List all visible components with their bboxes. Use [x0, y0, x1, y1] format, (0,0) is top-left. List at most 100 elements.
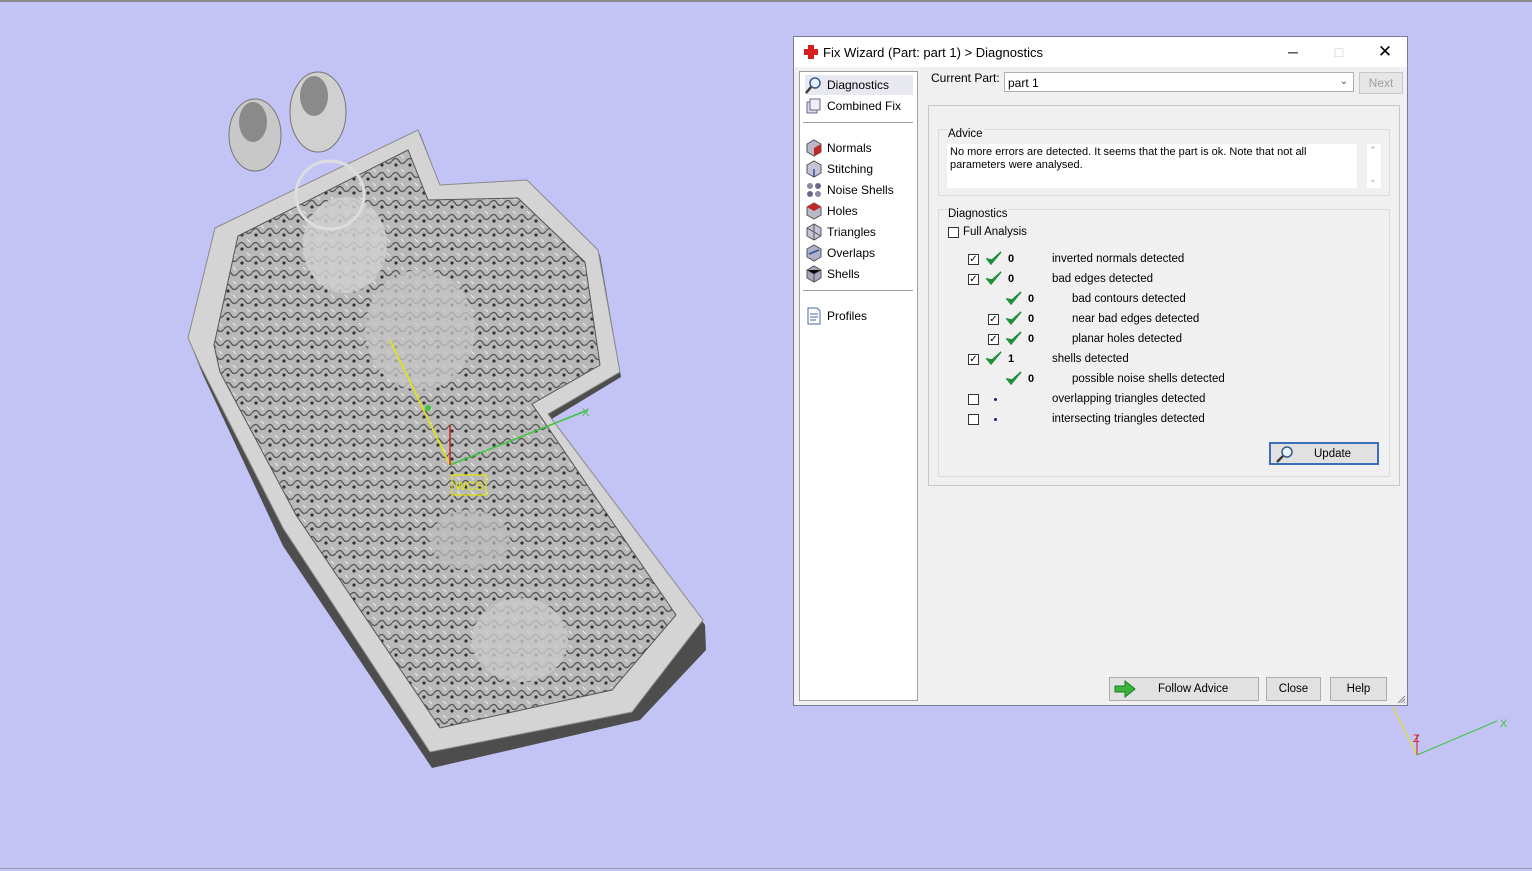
nav-separator	[803, 122, 913, 123]
nav-item-overlaps[interactable]: Overlaps	[805, 243, 913, 263]
chevron-down-icon: ⌄	[1339, 76, 1348, 87]
diagnostic-label: overlapping triangles detected	[1052, 393, 1206, 405]
green-arrow-icon	[1114, 680, 1136, 698]
diagnostic-label: shells detected	[1052, 353, 1129, 365]
nav-item-label: Combined Fix	[827, 99, 902, 113]
full-analysis-option[interactable]: Full Analysis	[948, 226, 1027, 238]
next-button[interactable]: Next	[1359, 72, 1403, 94]
current-part-value: part 1	[1008, 76, 1039, 90]
nav-item-noise-shells[interactable]: Noise Shells	[805, 180, 913, 200]
stitching-cube-icon	[806, 160, 822, 178]
current-part-label: Current Part:	[931, 71, 1000, 85]
nav-item-label: Overlaps	[827, 246, 876, 260]
axis-indicator: X Z	[1392, 706, 1508, 756]
normals-cube-icon	[806, 139, 822, 157]
red-cross-icon	[804, 45, 818, 59]
scroll-up-icon[interactable]: ⌃	[1369, 145, 1377, 156]
help-button[interactable]: Help	[1330, 677, 1387, 701]
update-button[interactable]: Update	[1269, 442, 1379, 465]
nav-item-label: Triangles	[827, 225, 876, 239]
diagnostic-row: ✓ 0 near bad edges detected	[939, 311, 1379, 329]
current-part-select[interactable]: part 1 ⌄	[1004, 72, 1354, 92]
diagnostic-count: 0	[1008, 273, 1015, 285]
diagnostic-checkbox[interactable]	[968, 414, 979, 425]
nav-item-diagnostics[interactable]: Diagnostics	[805, 75, 913, 95]
diagnostic-count: 0	[1028, 313, 1035, 325]
advice-scrollbar[interactable]: ⌃ ⌄	[1367, 144, 1381, 188]
scroll-down-icon[interactable]: ⌄	[1369, 174, 1377, 185]
nav-separator	[803, 290, 913, 291]
diagnostic-checkbox[interactable]	[968, 394, 979, 405]
noise-shells-icon	[807, 183, 821, 197]
window-title: Fix Wizard (Part: part 1) > Diagnostics	[823, 45, 1043, 60]
nav-item-label: Shells	[827, 267, 860, 281]
green-check-icon	[986, 251, 1002, 266]
nav-item-shells[interactable]: Shells	[805, 264, 913, 284]
diagnostics-group: Diagnostics Full Analysis ✓ 0 inverted nor…	[938, 208, 1390, 477]
update-label: Update	[1314, 447, 1352, 460]
magnifier-icon	[805, 77, 821, 94]
overlaps-cube-icon	[806, 244, 822, 262]
maximize-button[interactable]: □	[1316, 37, 1362, 67]
full-analysis-checkbox[interactable]	[948, 226, 959, 238]
green-check-icon	[1006, 371, 1022, 386]
green-check-icon	[1006, 291, 1022, 306]
axis-x-label: X	[1500, 718, 1508, 730]
diagnostic-row: 0 possible noise shells detected	[939, 371, 1379, 389]
nav-item-profiles[interactable]: Profiles	[805, 306, 913, 326]
green-check-icon	[1006, 331, 1022, 346]
triangles-cube-icon	[806, 223, 822, 241]
pending-dot-icon	[994, 418, 997, 421]
follow-advice-button[interactable]: Follow Advice	[1109, 677, 1259, 701]
nav-item-label: Diagnostics	[827, 78, 890, 92]
nav-item-combined-fix[interactable]: Combined Fix	[805, 96, 913, 116]
full-analysis-label: Full Analysis	[963, 226, 1027, 238]
diagnostic-row: ✓ 0 planar holes detected	[939, 331, 1379, 349]
diagnostic-row: ✓ 1 shells detected	[939, 351, 1379, 369]
axis-z-label: Z	[1413, 733, 1420, 745]
magnifier-icon	[1276, 445, 1293, 463]
diagnostic-label: inverted normals detected	[1052, 253, 1185, 265]
nav-item-label: Stitching	[827, 162, 874, 176]
diagnostic-count: 0	[1028, 333, 1035, 345]
fix-wizard-dialog: Fix Wizard (Part: part 1) > Diagnostics …	[793, 36, 1408, 706]
model-viewport[interactable]: WCS X	[0, 0, 780, 871]
advice-text: No more errors are detected. It seems th…	[947, 144, 1357, 188]
advice-title: Advice	[947, 128, 984, 140]
resize-grip-icon[interactable]	[1396, 694, 1406, 704]
diagnostic-label: bad contours detected	[1072, 293, 1186, 305]
diagnostic-row: overlapping triangles detected	[939, 391, 1379, 409]
shells-cube-icon	[806, 265, 822, 283]
diagnostic-count: 1	[1008, 353, 1015, 365]
axis-x-model-label: X	[582, 407, 590, 419]
nav-item-normals[interactable]: Normals	[805, 138, 913, 158]
diagnostic-checkbox[interactable]: ✓	[988, 334, 999, 345]
diagnostic-label: possible noise shells detected	[1072, 373, 1225, 385]
wcs-label: WCS	[455, 479, 483, 493]
diagnostic-label: intersecting triangles detected	[1052, 413, 1205, 425]
nav-item-stitching[interactable]: Stitching	[805, 159, 913, 179]
green-check-icon	[986, 351, 1002, 366]
diagnostic-row: 0 bad contours detected	[939, 291, 1379, 309]
minimize-button[interactable]: ─	[1270, 37, 1316, 67]
close-window-button[interactable]: ✕	[1362, 37, 1408, 67]
follow-advice-label: Follow Advice	[1158, 683, 1229, 695]
diagnostic-checkbox[interactable]: ✓	[968, 274, 979, 285]
diagnostic-count: 0	[1028, 293, 1035, 305]
close-button[interactable]: Close	[1266, 677, 1321, 701]
window-bottom-border	[0, 868, 1532, 869]
nav-item-holes[interactable]: Holes	[805, 201, 913, 221]
diagnostic-checkbox[interactable]: ✓	[988, 314, 999, 325]
pending-dot-icon	[994, 398, 997, 401]
green-check-icon	[986, 271, 1002, 286]
advice-group: Advice No more errors are detected. It s…	[938, 128, 1390, 196]
nav-item-label: Noise Shells	[827, 183, 894, 197]
diagnostic-checkbox[interactable]: ✓	[968, 354, 979, 365]
combined-fix-icon	[806, 98, 821, 114]
diagnostic-label: planar holes detected	[1072, 333, 1182, 345]
diagnostic-row: ✓ 0 inverted normals detected	[939, 251, 1379, 269]
navigation-pane: Diagnostics Combined Fix Normals Stitchi…	[799, 71, 918, 701]
diagnostic-checkbox[interactable]: ✓	[968, 254, 979, 265]
nav-item-triangles[interactable]: Triangles	[805, 222, 913, 242]
title-bar[interactable]: Fix Wizard (Part: part 1) > Diagnostics …	[794, 37, 1407, 67]
